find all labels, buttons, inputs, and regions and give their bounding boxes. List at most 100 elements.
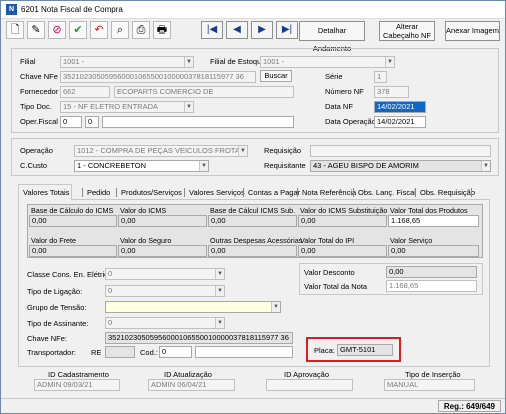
totals-cell: 0,00 [29, 245, 117, 257]
fornecedor-name-input[interactable]: ECOPARTS COMERCIO DE [114, 86, 294, 98]
desconto-label: Valor Desconto [304, 268, 355, 277]
totals-header: Base de Cálculo do ICMS [31, 206, 114, 215]
chevron-down-icon: ▼ [215, 286, 224, 296]
tab-separator [116, 188, 117, 197]
tab-separator [243, 188, 244, 197]
oper-fiscal-input-b[interactable]: 0 [85, 116, 99, 128]
cod-input[interactable]: 0 [159, 346, 192, 358]
tab-produtos-servicos[interactable]: Produtos/Serviços [121, 186, 182, 199]
tab-separator [471, 188, 472, 197]
first-record-button[interactable]: |◀ [201, 21, 223, 39]
tab-valores-servicos[interactable]: Valores Serviços [189, 186, 245, 199]
tab-separator [353, 188, 354, 197]
chevron-down-icon: ▼ [184, 57, 193, 67]
tab-obs-lanc-fiscal[interactable]: Obs. Lanç. Fiscal [358, 186, 416, 199]
total-nota-value: 1.168,65 [386, 280, 477, 292]
oper-fiscal-desc-input[interactable] [102, 116, 294, 128]
printer-icon[interactable]: 🖶 [153, 21, 171, 39]
tab-nota-referencia[interactable]: Nota Referência [302, 186, 356, 199]
transportador-label: Transportador: [27, 348, 76, 357]
tab-obs-requisicao[interactable]: Obs. Requisição [420, 186, 475, 199]
tipo-doc-label: Tipo Doc. [20, 102, 52, 111]
numero-nf-input[interactable]: 378 [374, 86, 409, 98]
totals-cell: 0,00 [29, 215, 117, 227]
placa-input[interactable]: GMT-5101 [337, 344, 393, 356]
totals-cell: 0,00 [208, 215, 297, 227]
print-icon[interactable]: ⎙ [132, 21, 150, 39]
chave-input[interactable]: 3521023050595600010655001000003781811597… [60, 71, 256, 83]
oper-fiscal-input-a[interactable]: 0 [60, 116, 82, 128]
data-operacao-input[interactable]: 14/02/2021 [374, 116, 426, 128]
re-input[interactable] [105, 346, 135, 358]
transportador-name-input[interactable] [195, 346, 293, 358]
requisitante-select[interactable]: 43 - AGEU BISPO DE AMORIM ▼ [310, 160, 491, 172]
insercao-label: Tipo de Inserção [405, 370, 461, 379]
next-record-button[interactable]: ▶ [251, 21, 273, 39]
edit-icon[interactable]: ✎ [27, 21, 45, 39]
record-counter: Reg.: 649/649 [437, 400, 501, 412]
tab-pedido[interactable]: Pedido [87, 186, 110, 199]
ccusto-select[interactable]: 1 - CONCREBETON ▼ [74, 160, 209, 172]
re-label: RE [91, 348, 102, 357]
ligacao-select[interactable]: 0 ▼ [105, 285, 225, 297]
totals-header: Valor do ICMS [120, 206, 167, 215]
ccusto-label: C.Custo [20, 161, 48, 170]
requisitante-label: Requisitante [264, 161, 306, 170]
assinante-select[interactable]: 0 ▼ [105, 317, 225, 329]
totals-cell: 0,00 [298, 245, 387, 257]
requisicao-input[interactable] [310, 145, 491, 157]
operacao-select[interactable]: 1012 - COMPRA DE PEÇAS VEICULOS FROTA ▼ [74, 145, 248, 157]
totals-cell: 0,00 [118, 245, 207, 257]
totals-header: Valor Total dos Produtos [390, 206, 468, 215]
tab-separator [297, 188, 298, 197]
totals-header: Valor do ICMS Substituição [300, 206, 388, 215]
alterar-cabecalho-button[interactable]: Alterar Cabeçalho NF [379, 21, 435, 41]
cod-label: Cod.: [140, 348, 158, 357]
tipo-doc-select[interactable]: 15 - NF ELETRO ENTRADA ▼ [60, 101, 194, 113]
filial-estoque-select[interactable]: 1001 - ▼ [260, 56, 395, 68]
serie-input[interactable]: 1 [374, 71, 387, 83]
ligacao-label: Tipo de Ligação: [27, 287, 83, 296]
tab-valores-totais[interactable]: Valores Totais [23, 186, 69, 199]
tensao-select[interactable]: ▼ [105, 301, 281, 313]
tab-contas-pagar[interactable]: Contas a Pagar [248, 186, 300, 199]
numero-nf-label: Número NF [325, 87, 364, 96]
main-window: N 6201 Nota Fiscal de Compra 🗋 ✎ ⊘ ✔ ↶ ⌕… [0, 0, 506, 414]
search-icon[interactable]: ⌕ [111, 21, 129, 39]
new-icon[interactable]: 🗋 [6, 21, 24, 39]
totals-cell: 0,00 [208, 245, 297, 257]
detalhar-andamento-button[interactable]: Detalhar Andamento [299, 21, 365, 53]
atualizacao-label: ID Atualização [164, 370, 212, 379]
chevron-down-icon: ▼ [184, 102, 193, 112]
classe-select[interactable]: 0 ▼ [105, 268, 225, 280]
chevron-down-icon: ▼ [215, 269, 224, 279]
undo-icon[interactable]: ↶ [90, 21, 108, 39]
filial-estoque-label: Filial de Estoque [210, 57, 266, 66]
totals-header: Valor do Frete [31, 236, 77, 245]
totals-header: Valor do Seguro [120, 236, 172, 245]
anexar-imagem-button[interactable]: Anexar Imagem [445, 21, 500, 41]
data-nf-input[interactable]: 14/02/2021 [374, 101, 426, 113]
cancel-icon[interactable]: ⊘ [48, 21, 66, 39]
app-icon: N [6, 4, 17, 15]
aprovacao-label: ID Aprovação [284, 370, 330, 379]
prev-record-button[interactable]: ◀ [226, 21, 248, 39]
buscar-button[interactable]: Buscar [260, 70, 292, 82]
window-title: 6201 Nota Fiscal de Compra [21, 5, 123, 14]
operacao-label: Operação [20, 146, 53, 155]
chave-nfe-label: Chave NFe: [27, 334, 68, 343]
serie-label: Série [325, 72, 343, 81]
chave-nfe-input[interactable]: 3521023050595600010655001000003781811597… [105, 332, 293, 344]
cadastro-input: ADMIN 09/03/21 [34, 379, 120, 391]
filial-select[interactable]: 1001 - ▼ [60, 56, 194, 68]
oper-fiscal-label: Oper.Fiscal [20, 117, 58, 126]
aprovacao-input [266, 379, 353, 391]
totals-cell: 0,00 [388, 245, 479, 257]
valor-total-produtos: 1.168,65 [388, 215, 479, 227]
last-record-button[interactable]: ▶| [276, 21, 298, 39]
fornecedor-code-input[interactable]: 662 [60, 86, 110, 98]
assinante-label: Tipo de Assinante: [27, 319, 89, 328]
placa-label: Placa: [314, 346, 335, 355]
confirm-icon[interactable]: ✔ [69, 21, 87, 39]
chevron-down-icon: ▼ [385, 57, 394, 67]
